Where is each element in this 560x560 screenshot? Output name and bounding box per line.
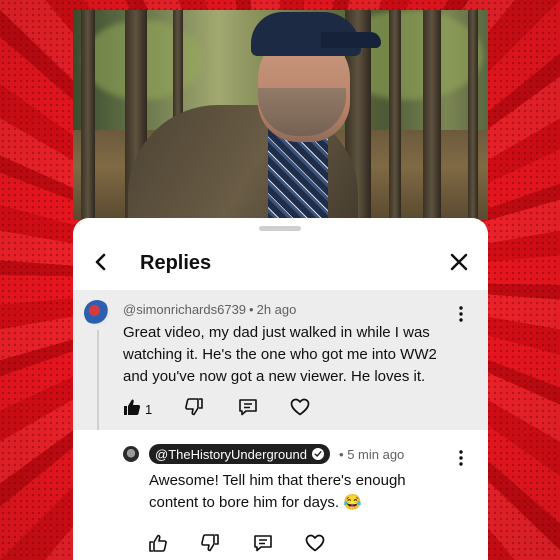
like-count: 1 bbox=[145, 401, 153, 417]
dislike-button[interactable] bbox=[201, 533, 219, 557]
back-button[interactable] bbox=[87, 250, 115, 278]
tree-trunk bbox=[423, 10, 441, 220]
thumbs-up-filled-icon bbox=[123, 398, 141, 421]
like-button[interactable] bbox=[149, 534, 167, 557]
reply-meta: • 5 min ago bbox=[339, 447, 404, 462]
reply-time: 5 min ago bbox=[347, 447, 405, 462]
reply-button[interactable] bbox=[238, 398, 258, 421]
heart-button[interactable] bbox=[305, 534, 325, 557]
avatar[interactable] bbox=[84, 300, 110, 326]
meta-separator: • bbox=[249, 302, 254, 317]
reply-actions bbox=[149, 533, 325, 557]
tree-trunk bbox=[81, 10, 95, 220]
close-button[interactable] bbox=[445, 250, 473, 278]
thumbs-down-icon bbox=[185, 397, 204, 421]
reply-button[interactable] bbox=[253, 534, 273, 557]
avatar[interactable] bbox=[123, 446, 139, 462]
comment-meta: @simonrichards6739 • 2h ago bbox=[123, 302, 296, 317]
like-button[interactable]: 1 bbox=[123, 398, 152, 421]
person-cap-bill bbox=[321, 32, 381, 48]
more-options-button[interactable] bbox=[453, 449, 469, 471]
creator-chip[interactable]: @TheHistoryUnderground bbox=[149, 444, 330, 464]
video-frame bbox=[73, 10, 488, 220]
reply-text: Awesome! Tell him that there's enough co… bbox=[149, 472, 406, 511]
dislike-button[interactable] bbox=[185, 397, 204, 421]
comment-actions: 1 bbox=[123, 397, 310, 421]
meta-separator: • bbox=[339, 447, 344, 462]
drag-handle[interactable] bbox=[259, 226, 301, 231]
comment-author[interactable]: @simonrichards6739 bbox=[123, 302, 246, 317]
heart-icon bbox=[290, 398, 310, 421]
thumbs-up-icon bbox=[149, 534, 167, 557]
parent-comment: @simonrichards6739 • 2h ago Great video, m… bbox=[73, 290, 488, 450]
reply-author: @TheHistoryUnderground bbox=[155, 446, 307, 462]
more-icon bbox=[459, 305, 463, 327]
replies-sheet: Replies @simonrichards6739 • 2h ago Great … bbox=[73, 218, 488, 560]
close-icon bbox=[450, 253, 468, 276]
verified-icon bbox=[311, 448, 324, 460]
tree-trunk bbox=[468, 10, 478, 220]
thumbs-down-icon bbox=[201, 533, 219, 557]
back-arrow-icon bbox=[92, 253, 110, 276]
heart-icon bbox=[305, 534, 325, 557]
heart-button[interactable] bbox=[290, 398, 310, 421]
comment-text: Great video, my dad just walked in while… bbox=[123, 324, 437, 385]
tree-trunk bbox=[389, 10, 401, 220]
page-title: Replies bbox=[140, 252, 212, 274]
comment-time: 2h ago bbox=[256, 302, 297, 317]
reply-comment: @TheHistoryUnderground • 5 min ago Aweso… bbox=[73, 430, 488, 560]
more-icon bbox=[459, 449, 463, 471]
reply-icon bbox=[238, 398, 258, 421]
more-options-button[interactable] bbox=[453, 305, 469, 327]
reply-icon bbox=[253, 534, 273, 557]
